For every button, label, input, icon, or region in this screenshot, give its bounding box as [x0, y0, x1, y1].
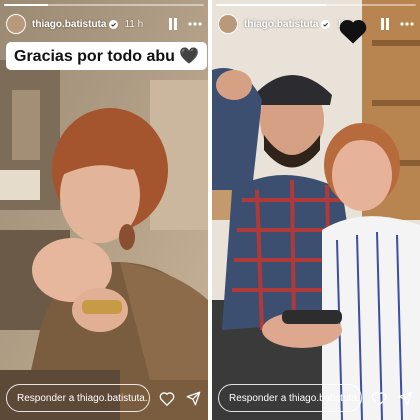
pause-icon[interactable] — [166, 17, 180, 31]
stories-view: thiago.batistuta 11 h Gracias por todo a… — [0, 0, 420, 420]
story-caption: Gracias por todo abu 🖤 — [6, 42, 208, 70]
story-footer: Responder a thiago.batistuta... — [218, 384, 414, 412]
reply-placeholder: Responder a thiago.batistuta... — [17, 392, 150, 404]
pause-icon[interactable] — [378, 17, 392, 31]
story-panel-right[interactable]: thiago.batistuta 11 h Responder a thiago… — [212, 0, 420, 420]
send-icon[interactable] — [184, 389, 202, 407]
avatar[interactable] — [6, 14, 26, 34]
reply-input[interactable]: Responder a thiago.batistuta... — [6, 384, 150, 412]
story-header: thiago.batistuta 11 h — [218, 12, 414, 36]
verified-badge-icon — [321, 19, 331, 29]
story-panel-left[interactable]: thiago.batistuta 11 h Gracias por todo a… — [0, 0, 208, 420]
black-heart-sticker-icon — [339, 20, 367, 44]
more-options-icon[interactable] — [188, 17, 202, 31]
heart-icon[interactable] — [158, 389, 176, 407]
verified-badge-icon — [109, 19, 119, 29]
avatar[interactable] — [218, 14, 238, 34]
story-footer: Responder a thiago.batistuta... — [6, 384, 202, 412]
reply-placeholder: Responder a thiago.batistuta... — [229, 392, 362, 404]
send-icon[interactable] — [396, 389, 414, 407]
post-time: 11 h — [124, 18, 144, 30]
more-options-icon[interactable] — [400, 17, 414, 31]
story-header: thiago.batistuta 11 h — [6, 12, 202, 36]
story-progress-bar — [216, 4, 416, 6]
story-photo-right — [212, 0, 420, 420]
story-progress-bar — [4, 4, 204, 6]
username[interactable]: thiago.batistuta — [244, 19, 318, 30]
story-progress-fill — [216, 4, 326, 6]
username[interactable]: thiago.batistuta — [32, 19, 106, 30]
heart-icon[interactable] — [370, 389, 388, 407]
reply-input[interactable]: Responder a thiago.batistuta... — [218, 384, 362, 412]
story-progress-fill — [4, 4, 48, 6]
